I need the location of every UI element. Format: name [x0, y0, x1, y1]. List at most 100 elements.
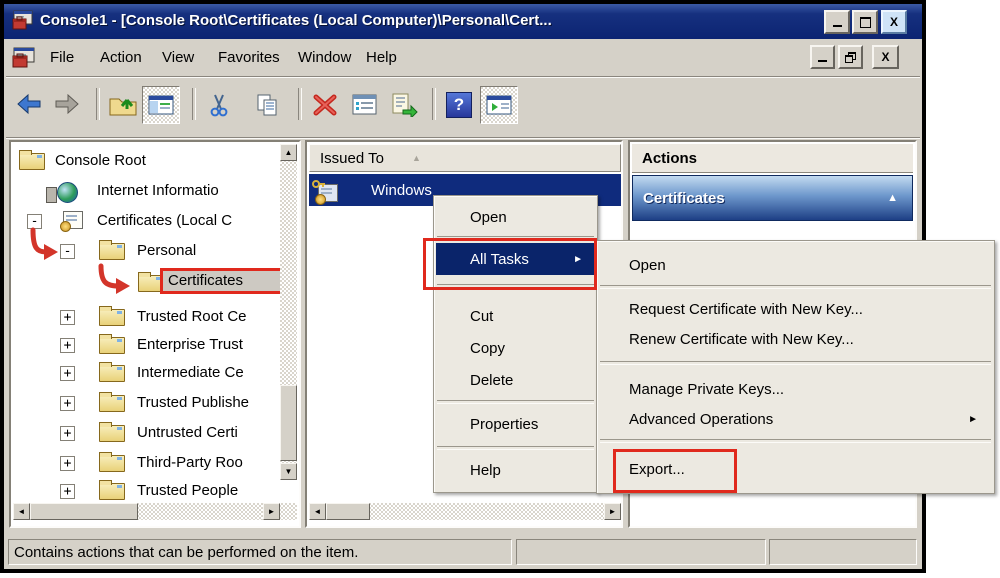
context-menu-item-open[interactable]: Open — [436, 201, 595, 233]
console-tree-pane: Console Root Internet Informatio - Certi… — [9, 140, 301, 528]
menu-view[interactable]: View — [152, 46, 204, 69]
minimize-button[interactable] — [824, 10, 850, 34]
submenu-arrow-icon: ► — [968, 414, 978, 425]
console-tree-icon — [148, 95, 174, 115]
context-menu-item-help[interactable]: Help — [436, 454, 595, 486]
expand-toggle-icon[interactable]: + — [60, 338, 75, 353]
tree-item-label: Third-Party Roo — [137, 454, 243, 471]
child-restore-button[interactable] — [838, 45, 863, 69]
sort-ascending-icon: ▲ — [384, 153, 421, 163]
column-header-issued-to[interactable]: Issued To ▲ — [309, 144, 621, 172]
annotation-box-all-tasks — [423, 238, 597, 290]
up-one-level-button[interactable] — [104, 86, 142, 124]
tree-item-label: Internet Informatio — [97, 182, 219, 199]
tree-item-untrusted[interactable]: + Untrusted Certi — [11, 420, 301, 448]
menu-help[interactable]: Help — [356, 46, 407, 69]
properties-button[interactable] — [346, 86, 384, 124]
tree-item-trusted-people[interactable]: + Trusted People — [11, 478, 301, 506]
expand-toggle-icon[interactable]: + — [60, 456, 75, 471]
tree-item-console-root[interactable]: Console Root — [11, 148, 301, 176]
show-console-tree-button[interactable] — [142, 86, 180, 124]
tree-item-label: Trusted People — [137, 482, 238, 499]
context-menu-item-copy[interactable]: Copy — [436, 332, 595, 364]
show-action-pane-button[interactable] — [480, 86, 518, 124]
tree-item-intermediate[interactable]: + Intermediate Ce — [11, 360, 301, 388]
close-icon: X — [890, 15, 898, 29]
menu-file[interactable]: File — [40, 46, 84, 69]
submenu-item-manage-private-keys[interactable]: Manage Private Keys... — [599, 373, 992, 405]
menu-favorites[interactable]: Favorites — [208, 46, 290, 69]
tree-item-internet-information[interactable]: Internet Informatio — [11, 178, 301, 206]
forward-button[interactable] — [48, 86, 86, 124]
expand-toggle-icon[interactable]: + — [60, 396, 75, 411]
back-icon — [16, 94, 42, 116]
list-hscroll-thumb[interactable] — [326, 503, 370, 520]
tree-item-label: Personal — [137, 242, 196, 259]
title-bar[interactable]: Console1 - [Console Root\Certificates (L… — [4, 4, 922, 39]
child-minimize-button[interactable] — [810, 45, 835, 69]
menu-separator — [600, 439, 991, 443]
folder-icon — [99, 483, 125, 500]
scroll-right-button[interactable]: ► — [604, 503, 621, 520]
menu-item-label: Open — [599, 257, 666, 274]
submenu-item-renew-certificate[interactable]: Renew Certificate with New Key... — [599, 323, 992, 355]
child-minimize-icon — [818, 51, 827, 62]
menu-separator — [600, 361, 991, 365]
expand-toggle-icon[interactable]: + — [60, 426, 75, 441]
menu-item-label: Delete — [436, 372, 513, 389]
copy-button[interactable] — [248, 86, 286, 124]
context-menu-item-cut[interactable]: Cut — [436, 300, 595, 332]
collapse-group-icon[interactable]: ▲ — [887, 192, 898, 204]
maximize-icon — [860, 17, 871, 28]
tree-item-third-party[interactable]: + Third-Party Roo — [11, 450, 301, 478]
tree-item-certificates-selected[interactable]: Certificates — [11, 266, 301, 302]
tree-hscroll-thumb[interactable] — [30, 503, 138, 520]
tree-item-label: Trusted Publishe — [137, 394, 249, 411]
child-window-icon — [12, 46, 36, 70]
properties-icon — [352, 94, 378, 116]
tree-item-trusted-root[interactable]: + Trusted Root Ce — [11, 304, 301, 332]
actions-group-title: Certificates — [633, 190, 725, 207]
scroll-down-button[interactable]: ▼ — [280, 463, 297, 480]
maximize-button[interactable] — [852, 10, 878, 34]
toolbar-separator — [298, 88, 302, 120]
tree-item-personal[interactable]: - Personal — [11, 238, 301, 266]
submenu-item-open[interactable]: Open — [599, 249, 992, 281]
close-button[interactable]: X — [881, 10, 907, 34]
context-menu-item-delete[interactable]: Delete — [436, 364, 595, 396]
divider — [6, 137, 920, 139]
tree-item-label: Console Root — [55, 152, 146, 169]
menu-separator — [437, 446, 594, 450]
actions-pane-header: Actions — [632, 144, 913, 173]
collapse-toggle-icon[interactable]: - — [60, 244, 75, 259]
screenshot-canvas: Console1 - [Console Root\Certificates (L… — [0, 0, 1000, 578]
tree-item-certificates-local[interactable]: - Certificates (Local C — [11, 208, 301, 236]
certificate-with-key-icon — [314, 184, 338, 206]
expand-toggle-icon[interactable]: + — [60, 310, 75, 325]
menu-action[interactable]: Action — [90, 46, 152, 69]
cut-button[interactable] — [200, 86, 238, 124]
forward-icon — [54, 94, 80, 116]
scroll-left-button[interactable]: ◄ — [309, 503, 326, 520]
tree-vscroll-thumb[interactable] — [280, 385, 297, 461]
export-list-button[interactable] — [386, 86, 424, 124]
back-button[interactable] — [10, 86, 48, 124]
expand-toggle-icon[interactable]: + — [60, 484, 75, 499]
scroll-up-button[interactable]: ▲ — [280, 144, 297, 161]
actions-group-certificates[interactable]: Certificates ▲ — [632, 175, 913, 221]
context-menu-item-properties[interactable]: Properties — [436, 408, 595, 440]
tree-item-label: Certificates (Local C — [97, 212, 232, 229]
collapse-toggle-icon[interactable]: - — [27, 214, 42, 229]
tree-item-enterprise-trust[interactable]: + Enterprise Trust — [11, 332, 301, 360]
submenu-item-advanced-operations[interactable]: Advanced Operations ► — [599, 403, 992, 435]
help-button[interactable]: ? — [440, 86, 478, 124]
delete-button[interactable] — [306, 86, 344, 124]
action-pane-icon — [486, 95, 512, 115]
menu-window[interactable]: Window — [288, 46, 361, 69]
child-close-button[interactable]: X — [872, 45, 899, 69]
scroll-left-button[interactable]: ◄ — [13, 503, 30, 520]
submenu-item-request-certificate[interactable]: Request Certificate with New Key... — [599, 293, 992, 325]
scroll-right-button[interactable]: ► — [263, 503, 280, 520]
tree-item-trusted-publishers[interactable]: + Trusted Publishe — [11, 390, 301, 418]
expand-toggle-icon[interactable]: + — [60, 366, 75, 381]
